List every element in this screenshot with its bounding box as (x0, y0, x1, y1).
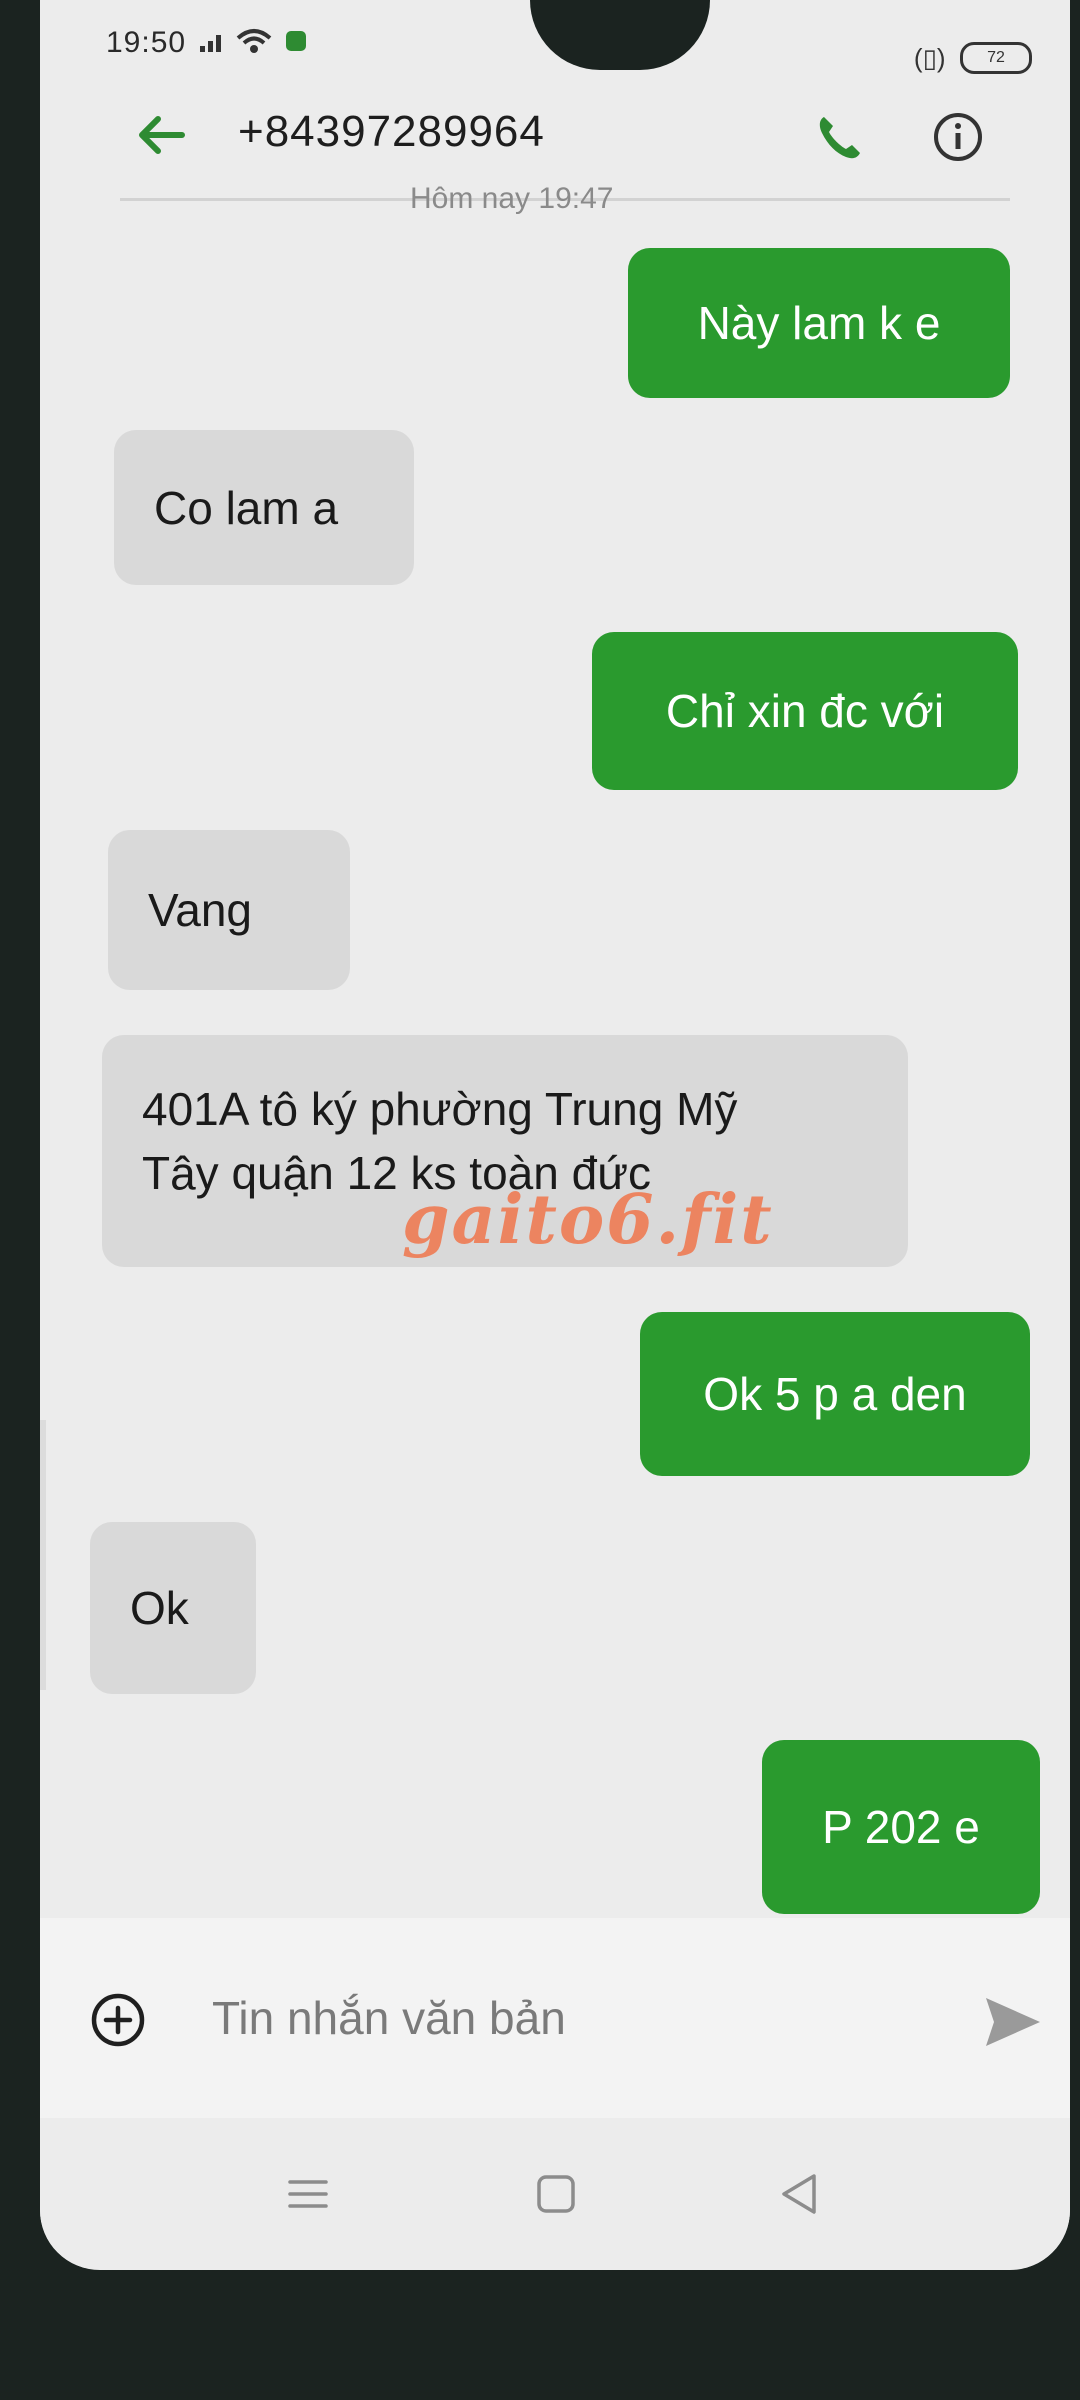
message-outgoing[interactable]: Ok 5 p a den (640, 1312, 1030, 1476)
status-bar: 19:50 (▯) 72 (40, 0, 1070, 90)
message-outgoing[interactable]: P 202 e (762, 1740, 1040, 1914)
vibrate-icon: (▯) (913, 42, 946, 73)
message-incoming[interactable]: Vang (108, 830, 350, 990)
message-text: Ok 5 p a den (703, 1368, 967, 1420)
contact-number: +84397289964 (238, 107, 545, 156)
message-text: Ok (130, 1582, 189, 1634)
add-icon[interactable] (88, 1990, 148, 2050)
status-time: 19:50 (106, 26, 187, 59)
message-outgoing[interactable]: Này lam k e (628, 248, 1010, 398)
phone-icon[interactable] (810, 107, 870, 167)
edge-handle (40, 1420, 46, 1690)
message-composer (40, 1918, 1070, 2118)
phone-screen: 19:50 (▯) 72 +84397289964 Hôm nay 19:47 … (40, 0, 1070, 2270)
back-nav-icon[interactable] (770, 2164, 830, 2224)
message-text: Co lam a (154, 481, 339, 534)
message-text: P 202 e (822, 1801, 980, 1853)
message-incoming[interactable]: Ok (90, 1522, 256, 1694)
message-line: 401A tô ký phường Trung Mỹ (142, 1083, 738, 1135)
watermark: gaito6.fit (402, 1180, 774, 1260)
message-text: Chỉ xin đc với (665, 685, 945, 737)
info-icon[interactable] (930, 109, 986, 165)
send-icon[interactable] (980, 1990, 1044, 2054)
date-label: Hôm nay 19:47 (410, 182, 614, 215)
message-input[interactable] (210, 1982, 854, 2054)
message-text: Này lam k e (697, 297, 941, 349)
navigation-bar (40, 2118, 1070, 2268)
signal-icons (200, 29, 306, 53)
conversation-header: +84397289964 (40, 95, 1070, 195)
message-text: Vang (148, 884, 253, 936)
status-right: (▯) 72 (914, 42, 1032, 74)
message-outgoing[interactable]: Chỉ xin đc với (592, 632, 1018, 790)
home-icon[interactable] (526, 2164, 586, 2224)
back-arrow-icon[interactable] (132, 105, 192, 165)
battery-icon: 72 (960, 42, 1032, 74)
message-incoming[interactable]: Co lam a (114, 430, 414, 585)
menu-icon[interactable] (278, 2164, 338, 2224)
